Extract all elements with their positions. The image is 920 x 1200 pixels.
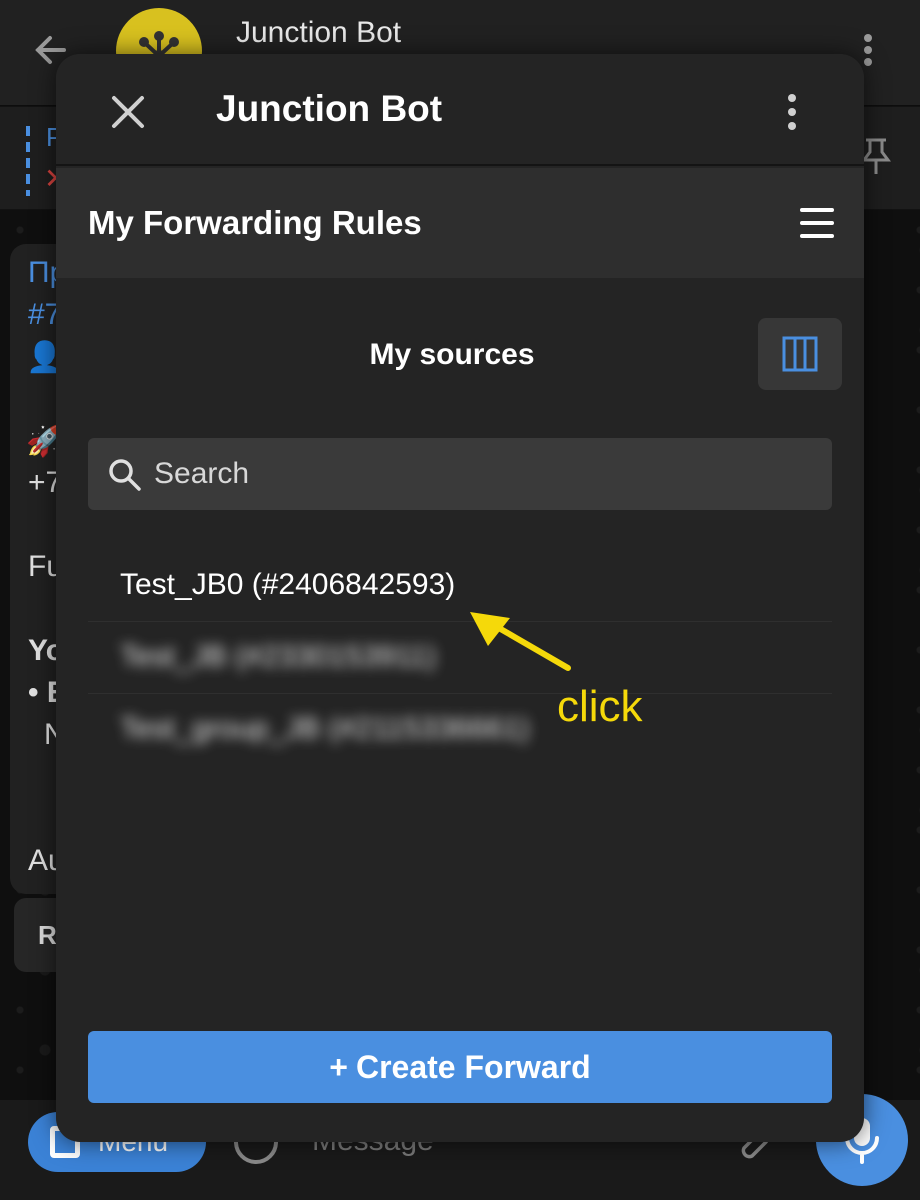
- modal-header: Junction Bot: [56, 54, 864, 166]
- columns-icon: [782, 336, 818, 372]
- close-icon[interactable]: [108, 92, 148, 132]
- more-vert-icon[interactable]: [780, 90, 804, 134]
- app-bar: My Forwarding Rules: [56, 168, 864, 278]
- search-field[interactable]: [88, 438, 832, 510]
- source-item[interactable]: Test_JB0 (#2406842593): [88, 550, 832, 622]
- create-forward-button[interactable]: + Create Forward: [88, 1031, 832, 1103]
- source-label: Test_JB (#2330153911): [120, 640, 437, 673]
- annotation-arrow: [470, 612, 571, 671]
- mini-app-modal: Junction Bot My Forwarding Rules My sour…: [56, 54, 864, 1142]
- modal-title: Junction Bot: [216, 88, 443, 129]
- columns-view-button[interactable]: [758, 318, 842, 390]
- page-title: My Forwarding Rules: [88, 204, 422, 241]
- source-list: Test_JB0 (#2406842593) Test_JB (#2330153…: [88, 550, 832, 766]
- hamburger-icon[interactable]: [800, 208, 834, 238]
- chat-title[interactable]: Junction Bot: [236, 16, 401, 50]
- plus-icon: +: [329, 1049, 348, 1085]
- source-item[interactable]: Test_JB (#2330153911): [88, 622, 832, 694]
- search-input[interactable]: [154, 450, 814, 498]
- search-icon: [109, 459, 141, 491]
- source-item[interactable]: Test_group_JB (#2115336661): [88, 694, 832, 766]
- inline-button-label: R: [38, 920, 57, 950]
- annotation-label: click: [557, 682, 643, 731]
- section-title: My sources: [369, 338, 535, 371]
- pinned-indicator: [26, 126, 30, 196]
- source-label: Test_group_JB (#2115336661): [120, 712, 530, 745]
- create-forward-label: Create Forward: [355, 1049, 591, 1085]
- source-label: Test_JB0 (#2406842593): [120, 568, 456, 601]
